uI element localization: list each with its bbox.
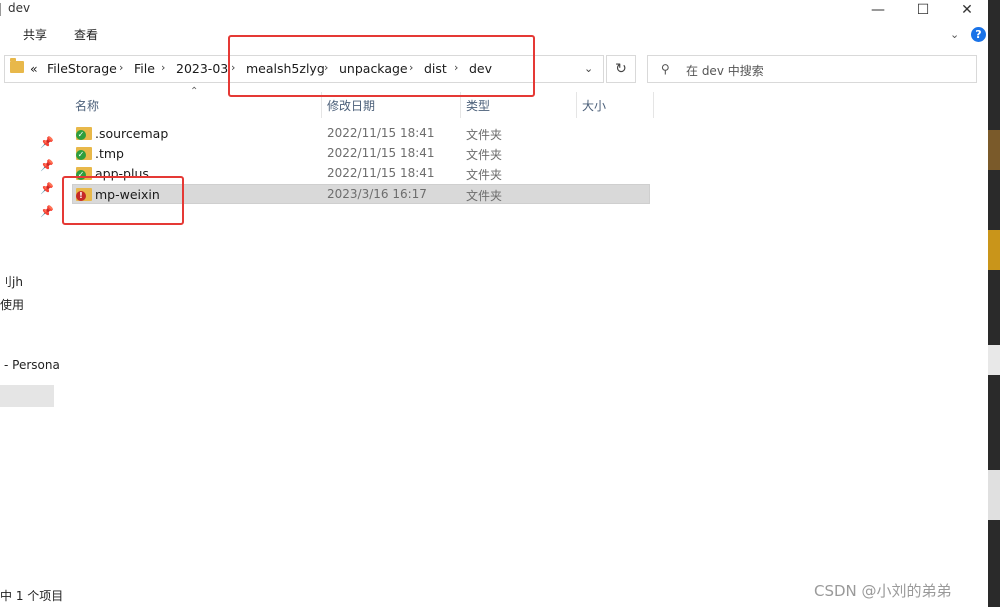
sort-up-icon: ⌃ xyxy=(190,86,199,97)
annotation-box-path xyxy=(228,35,535,97)
file-modified: 2022/11/15 18:41 xyxy=(327,126,435,140)
column-divider[interactable] xyxy=(576,92,577,118)
file-modified: 2022/11/15 18:41 xyxy=(327,166,435,180)
file-type: 文件夹 xyxy=(466,128,503,142)
nav-item-fragment[interactable]: 使用 xyxy=(0,296,24,313)
pin-icon[interactable]: 📌 xyxy=(40,205,54,218)
column-header-modified[interactable]: 修改日期 xyxy=(327,97,375,114)
breadcrumb-file[interactable]: File xyxy=(134,61,155,76)
annotation-box-mp-weixin xyxy=(62,176,184,225)
watermark: CSDN @小刘的弟弟 xyxy=(814,582,952,600)
refresh-button[interactable]: ↻ xyxy=(606,55,636,83)
file-type: 文件夹 xyxy=(466,168,503,182)
breadcrumb-filestorage[interactable]: FileStorage xyxy=(47,61,117,76)
file-name[interactable]: .sourcemap xyxy=(95,126,168,141)
search-icon: ⚲ xyxy=(661,62,670,76)
search-placeholder[interactable]: 在 dev 中搜索 xyxy=(686,62,764,79)
ribbon-collapse-icon[interactable]: ⌄ xyxy=(950,28,959,41)
breadcrumb-separator[interactable]: › xyxy=(161,61,165,74)
pin-icon[interactable]: 📌 xyxy=(40,159,54,172)
breadcrumb-overflow[interactable]: « xyxy=(30,61,38,76)
sync-ok-icon: ✓ xyxy=(76,150,86,160)
maximize-button[interactable]: ☐ xyxy=(903,0,943,20)
close-button[interactable]: ✕ xyxy=(947,0,987,20)
column-header-size[interactable]: 大小 xyxy=(582,97,606,114)
column-header-name[interactable]: 名称 xyxy=(75,97,99,114)
folder-icon xyxy=(10,58,24,73)
file-modified: 2023/3/16 16:17 xyxy=(327,187,427,201)
tab-share[interactable]: 共享 xyxy=(23,26,47,43)
column-divider[interactable] xyxy=(653,92,654,118)
column-header-type[interactable]: 类型 xyxy=(466,97,490,114)
file-modified: 2022/11/15 18:41 xyxy=(327,146,435,160)
refresh-icon: ↻ xyxy=(615,61,627,77)
breadcrumb-separator[interactable]: › xyxy=(119,61,123,74)
window-title: dev xyxy=(8,1,31,15)
nav-item-personal[interactable]: - Persona xyxy=(4,358,60,372)
file-type: 文件夹 xyxy=(466,148,503,162)
pin-icon[interactable]: 📌 xyxy=(40,182,54,195)
nav-item-fragment[interactable]: 刂jh xyxy=(0,273,23,290)
sync-ok-icon: ✓ xyxy=(76,130,86,140)
title-divider xyxy=(0,3,1,16)
pin-icon[interactable]: 📌 xyxy=(40,136,54,149)
address-dropdown-icon[interactable]: ⌄ xyxy=(584,62,593,75)
background-window-edge xyxy=(988,0,1000,607)
breadcrumb-2023-03[interactable]: 2023-03 xyxy=(176,61,228,76)
title-bar xyxy=(0,0,988,20)
file-type: 文件夹 xyxy=(466,189,503,203)
tab-view[interactable]: 查看 xyxy=(74,26,98,43)
status-bar-text: 中 1 个项目 xyxy=(0,589,64,603)
help-icon[interactable]: ? xyxy=(971,27,986,42)
nav-item-selected[interactable] xyxy=(0,385,54,407)
file-name[interactable]: .tmp xyxy=(95,146,124,161)
minimize-button[interactable]: — xyxy=(858,0,898,20)
